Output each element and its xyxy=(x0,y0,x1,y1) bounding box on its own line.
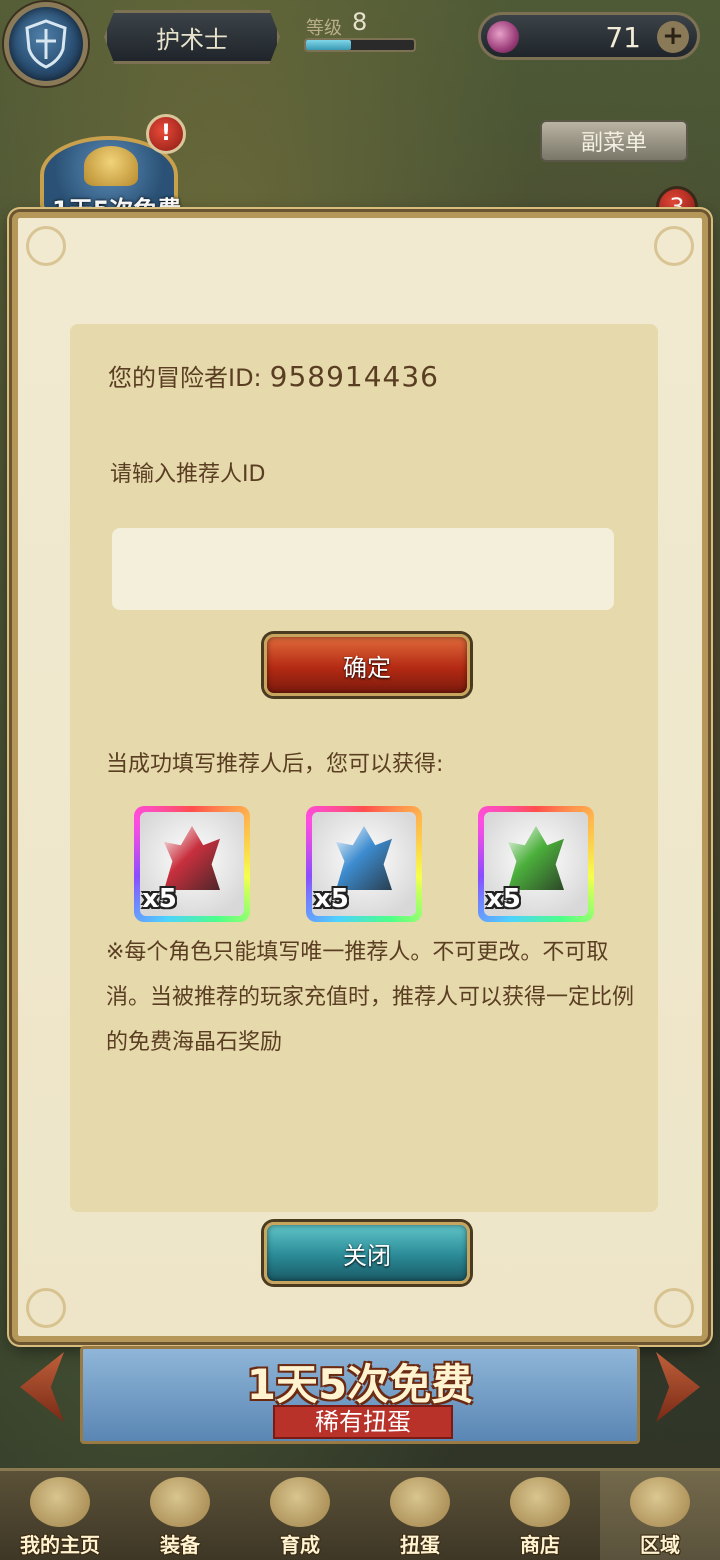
nav-item-home[interactable]: 我的主页 xyxy=(0,1471,120,1560)
top-hud: 护术士 等级 8 71 + xyxy=(0,0,720,86)
reward-item-red-crystal[interactable]: x5 xyxy=(134,806,250,922)
submenu-button[interactable]: 副菜单 xyxy=(540,120,688,162)
corner-ornament xyxy=(26,1288,66,1328)
nav-item-region[interactable]: 区域 xyxy=(600,1471,720,1560)
level-indicator: 等级 8 xyxy=(296,8,420,60)
alert-icon: ! xyxy=(146,114,186,154)
banner-next-arrow-icon[interactable] xyxy=(656,1352,700,1422)
level-value: 8 xyxy=(352,8,368,36)
helmet-icon xyxy=(150,1477,210,1527)
referrer-id-input[interactable] xyxy=(112,528,614,610)
nav-label: 装备 xyxy=(160,1533,200,1557)
bell-icon xyxy=(390,1477,450,1527)
reward-item-green-crystal[interactable]: x5 xyxy=(478,806,594,922)
nav-item-shop[interactable]: 商店 xyxy=(480,1471,600,1560)
player-class: 护术士 xyxy=(156,25,228,54)
reward-quantity: x5 xyxy=(142,884,177,914)
close-button[interactable]: 关闭 xyxy=(264,1222,470,1284)
blue-crystal-icon xyxy=(336,826,392,890)
sword-icon xyxy=(270,1477,330,1527)
red-crystal-icon xyxy=(164,826,220,890)
adventurer-id-label: 您的冒险者ID: xyxy=(108,364,262,392)
gem-icon xyxy=(487,21,519,53)
player-class-plate[interactable]: 护术士 xyxy=(104,10,280,64)
corner-ornament xyxy=(26,226,66,266)
shield-icon xyxy=(25,19,67,69)
level-progress-fill xyxy=(306,40,352,50)
nav-label: 育成 xyxy=(280,1533,320,1557)
corner-ornament xyxy=(654,226,694,266)
nav-item-gacha[interactable]: 扭蛋 xyxy=(360,1471,480,1560)
referral-rules-note: ※每个角色只能填写唯一推荐人。不可更改。不可取消。当被推荐的玩家充值时，推荐人可… xyxy=(106,940,635,1055)
add-gem-button[interactable]: + xyxy=(657,21,689,53)
gacha-bell-icon xyxy=(84,146,138,186)
gacha-banner[interactable]: 1天5次免费 稀有扭蛋 xyxy=(80,1346,640,1444)
adventurer-id-line: 您的冒险者ID: 958914436 xyxy=(108,358,439,393)
level-label: 等级 xyxy=(306,18,342,39)
nav-label: 商店 xyxy=(520,1533,560,1557)
globe-icon xyxy=(630,1477,690,1527)
referral-panel: 您的冒险者ID: 958914436 请输入推荐人ID 确定 当成功填写推荐人后，… xyxy=(70,324,658,1212)
green-crystal-icon xyxy=(508,826,564,890)
confirm-label: 确定 xyxy=(343,653,391,682)
banner-subtitle: 稀有扭蛋 xyxy=(273,1405,453,1439)
nav-item-equipment[interactable]: 装备 xyxy=(120,1471,240,1560)
nav-item-training[interactable]: 育成 xyxy=(240,1471,360,1560)
nav-label: 区域 xyxy=(640,1533,680,1557)
guild-button[interactable] xyxy=(4,2,88,86)
close-label: 关闭 xyxy=(343,1241,391,1270)
reward-intro: 当成功填写推荐人后，您可以获得: xyxy=(106,752,444,777)
level-progress-bar xyxy=(304,38,416,52)
referral-dialog: 您的冒险者ID: 958914436 请输入推荐人ID 确定 当成功填写推荐人后，… xyxy=(12,212,708,1342)
banner-title: 1天5次免费 xyxy=(246,1360,474,1409)
bottom-nav: 我的主页 装备 育成 扭蛋 商店 区域 xyxy=(0,1468,720,1560)
gem-counter: 71 + xyxy=(478,12,700,60)
corner-ornament xyxy=(654,1288,694,1328)
gem-count: 71 xyxy=(605,21,641,54)
reward-item-blue-crystal[interactable]: x5 xyxy=(306,806,422,922)
referrer-id-label: 请输入推荐人ID xyxy=(110,462,266,487)
banner-prev-arrow-icon[interactable] xyxy=(20,1352,64,1422)
reward-quantity: x5 xyxy=(486,884,521,914)
nav-label: 扭蛋 xyxy=(400,1533,440,1557)
adventurer-id-value: 958914436 xyxy=(269,360,439,393)
confirm-button[interactable]: 确定 xyxy=(264,634,470,696)
coin-bag-icon xyxy=(510,1477,570,1527)
reward-quantity: x5 xyxy=(314,884,349,914)
scroll-icon xyxy=(30,1477,90,1527)
nav-label: 我的主页 xyxy=(20,1533,100,1557)
submenu-label: 副菜单 xyxy=(580,131,647,156)
